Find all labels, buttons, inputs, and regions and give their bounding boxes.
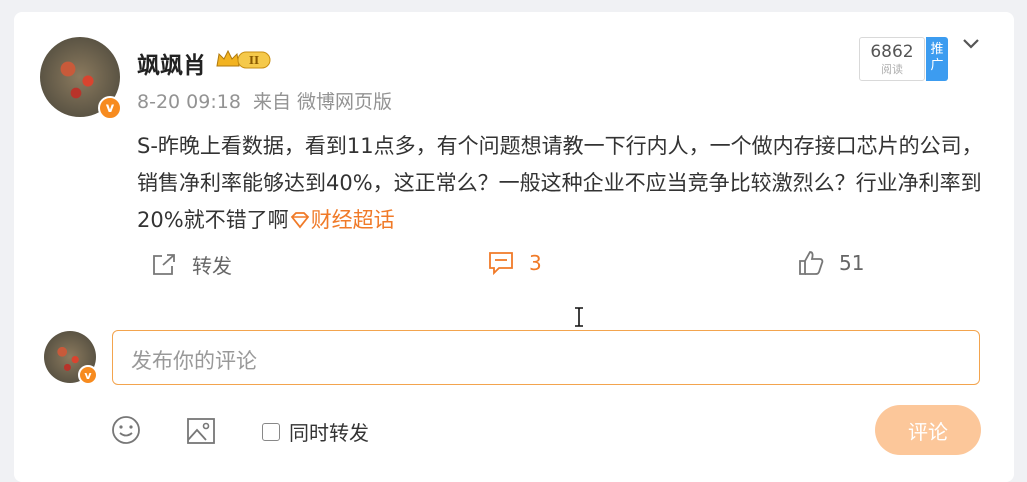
also-repost-checkbox[interactable] <box>262 422 280 441</box>
text-cursor-icon <box>575 307 583 327</box>
read-count-box: 6862 阅读 <box>859 37 925 81</box>
submit-comment-button[interactable]: 评论 <box>875 405 981 455</box>
comment-input[interactable]: 发布你的评论 <box>112 330 980 385</box>
vip-crown-icon[interactable]: II <box>214 48 274 70</box>
also-repost-label: 同时转发 <box>289 421 369 445</box>
thumb-up-icon <box>799 251 824 275</box>
read-count: 6862 <box>870 42 914 62</box>
image-icon[interactable] <box>186 416 216 446</box>
post-text: S-昨晚上看数据，看到11点多，有个问题想请教一下行内人，一个做内存接口芯片的公… <box>137 134 983 232</box>
promote-button[interactable]: 推广 <box>926 37 948 81</box>
like-button[interactable]: 51 <box>797 250 864 276</box>
post-time[interactable]: 8-20 09:18 <box>137 91 241 113</box>
source-prefix: 来自 <box>252 91 291 113</box>
author-name[interactable]: 飒飒肖 <box>137 46 206 80</box>
topic-link[interactable]: 财经超话 <box>289 208 395 232</box>
post-actions: 转发 3 51 <box>14 250 1014 284</box>
current-user-verified-badge: v <box>78 365 98 385</box>
comment-count: 3 <box>529 251 542 275</box>
super-topic-icon <box>290 212 309 229</box>
chevron-down-icon[interactable] <box>961 34 981 54</box>
post-content: S-昨晚上看数据，看到11点多，有个问题想请教一下行内人，一个做内存接口芯片的公… <box>137 128 987 239</box>
read-count-label: 阅读 <box>881 63 903 76</box>
topic-label: 财经超话 <box>310 208 395 232</box>
post-card: v 飒飒肖 II 8-20 09:18 来自 微博网页版 6862 阅读 推广 S… <box>14 12 1014 482</box>
forward-label: 转发 <box>192 254 232 278</box>
comment-bubble-icon <box>489 252 513 276</box>
level-badge: II <box>249 54 259 67</box>
verified-badge: v <box>98 96 122 120</box>
post-source: 微博网页版 <box>296 91 392 113</box>
comment-button[interactable]: 3 <box>487 250 542 276</box>
share-out-icon <box>153 253 175 275</box>
forward-button[interactable]: 转发 <box>150 250 232 279</box>
smiley-icon[interactable] <box>111 415 141 445</box>
post-meta: 8-20 09:18 来自 微博网页版 <box>137 87 398 114</box>
also-repost-toggle[interactable]: 同时转发 <box>262 417 369 446</box>
like-count: 51 <box>839 251 865 275</box>
